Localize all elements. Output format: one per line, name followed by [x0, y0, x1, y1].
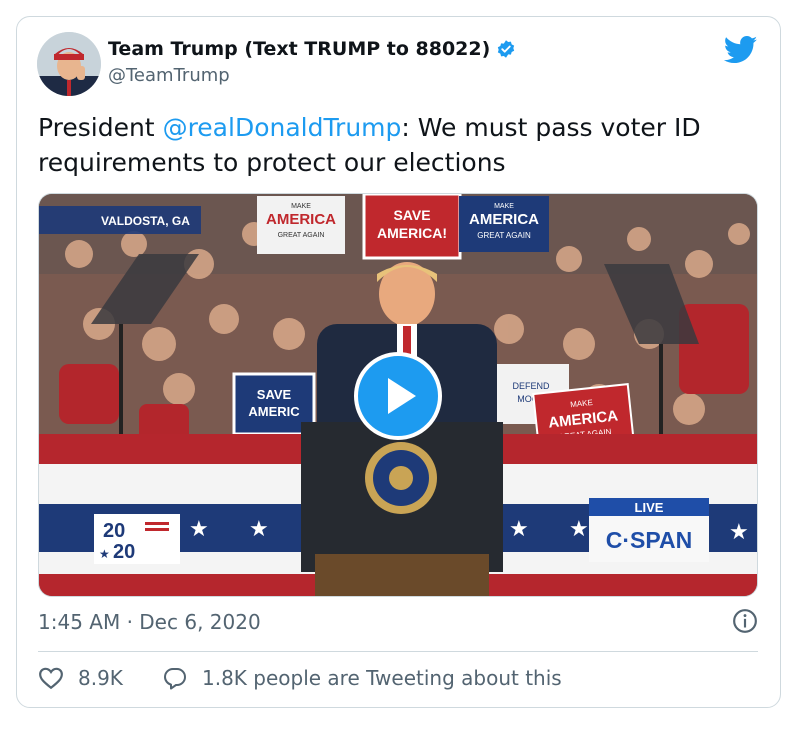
- sign-text: SAVE: [257, 387, 292, 402]
- logo-2020-top: 20: [103, 520, 125, 542]
- sign-text: AMERICA: [266, 211, 336, 228]
- svg-text:★: ★: [249, 517, 269, 542]
- sign-text: MAKE: [291, 203, 311, 210]
- like-count: 8.9K: [78, 666, 123, 690]
- avatar[interactable]: [37, 32, 101, 96]
- sign-text: GREAT AGAIN: [477, 231, 531, 240]
- author-handle[interactable]: @TeamTrump: [108, 65, 230, 86]
- conversation-text: 1.8K people are Tweeting about this: [202, 666, 562, 690]
- author-name[interactable]: Team Trump (Text TRUMP to 88022): [108, 38, 490, 60]
- avatar-image: [37, 32, 101, 96]
- verified-badge-icon: [498, 40, 515, 58]
- heart-icon: [39, 667, 63, 690]
- author-row[interactable]: Team Trump (Text TRUMP to 88022): [108, 38, 516, 60]
- live-label: LIVE: [635, 500, 664, 515]
- sign-text: GREAT AGAIN: [278, 232, 325, 239]
- svg-text:★: ★: [729, 520, 749, 545]
- tweet-timestamp[interactable]: 1:45 AM · Dec 6, 2020: [38, 610, 261, 634]
- reply-icon: [164, 668, 186, 690]
- tweet-text-prefix: President: [38, 113, 163, 142]
- divider: [38, 651, 758, 652]
- location-label: VALDOSTA, GA: [101, 214, 190, 228]
- sign-text: AMERIC: [248, 404, 300, 419]
- tweet-text: President @realDonaldTrump: We must pass…: [38, 110, 758, 180]
- svg-text:★: ★: [189, 517, 209, 542]
- like-button[interactable]: 8.9K: [38, 666, 123, 690]
- svg-text:★: ★: [509, 517, 529, 542]
- sign-text: SAVE: [393, 207, 430, 223]
- sign-text: MAKE: [494, 203, 514, 210]
- conversation-link[interactable]: 1.8K people are Tweeting about this: [162, 666, 562, 690]
- sign-text: DEFEND: [512, 381, 550, 391]
- video-player[interactable]: VALDOSTA, GA MAKE AMERICA GREAT AGAIN SA…: [38, 193, 758, 597]
- sign-text: AMERICA!: [377, 225, 447, 241]
- cspan-label: C·SPAN: [606, 527, 692, 553]
- mention-link[interactable]: @realDonaldTrump: [163, 113, 402, 142]
- svg-text:★: ★: [99, 547, 110, 561]
- play-icon[interactable]: [354, 352, 442, 440]
- sign-text: AMERICA: [469, 211, 539, 228]
- svg-text:★: ★: [569, 517, 589, 542]
- logo-2020-bottom: 20: [113, 541, 135, 563]
- info-icon[interactable]: [732, 608, 758, 634]
- twitter-bird-icon[interactable]: [724, 36, 758, 64]
